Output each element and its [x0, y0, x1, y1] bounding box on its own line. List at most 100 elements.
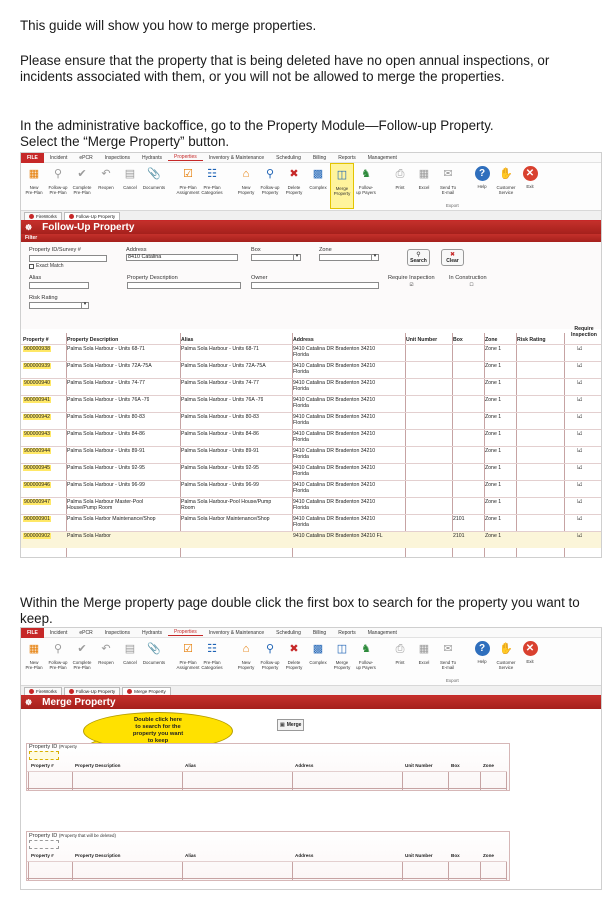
- column-header[interactable]: Alias: [185, 763, 196, 768]
- menu-incident[interactable]: Incident: [44, 630, 74, 636]
- exact-match-checkbox[interactable]: [29, 264, 34, 269]
- payers-button[interactable]: ♞ Follow-up Payers: [355, 638, 377, 670]
- table-row[interactable]: 900000938 Palma Sola Harbour - Units 68-7…: [21, 344, 601, 361]
- table-row[interactable]: 900000943 Palma Sola Harbour - Units 84-8…: [21, 429, 601, 446]
- alias-input[interactable]: [29, 282, 89, 289]
- address-input[interactable]: 8410 Catalina: [126, 254, 238, 261]
- menu-incident[interactable]: Incident: [44, 155, 74, 161]
- complex-button[interactable]: ▩ Complex: [307, 163, 329, 190]
- column-header[interactable]: Property #: [31, 763, 54, 768]
- keep-property-id-input[interactable]: [29, 751, 59, 760]
- exit-button[interactable]: ✕ Exit: [519, 638, 541, 664]
- menu-epcr[interactable]: ePCR: [73, 155, 98, 161]
- documents-button[interactable]: 📎 Documents: [143, 163, 165, 190]
- column-header[interactable]: Property Description: [67, 337, 118, 343]
- delete-property-id-input[interactable]: [29, 840, 59, 849]
- complete-button[interactable]: ✔ Complete Pre-Plan: [71, 638, 93, 670]
- column-header[interactable]: Property #: [31, 853, 54, 858]
- table-row[interactable]: 900000946 Palma Sola Harbour - Units 96-9…: [21, 480, 601, 497]
- tab-merge-property[interactable]: Merge Property: [122, 686, 171, 695]
- clear-button[interactable]: ✖ Clear: [441, 249, 464, 266]
- menu-file[interactable]: FILE: [21, 153, 44, 163]
- categories-button[interactable]: ☷ Pre-Plan Categories: [201, 638, 223, 670]
- follow-up-property-button[interactable]: ⚲ Follow-up Property: [259, 638, 281, 670]
- documents-button[interactable]: 📎 Documents: [143, 638, 165, 665]
- menu-properties[interactable]: Properties: [168, 154, 203, 161]
- exit-button[interactable]: ✕ Exit: [519, 163, 541, 189]
- table-row[interactable]: 900000940 Palma Sola Harbour - Units 74-7…: [21, 378, 601, 395]
- new-property-button[interactable]: ⌂ New Property: [235, 638, 257, 670]
- column-header[interactable]: Risk Rating: [517, 337, 546, 343]
- column-header[interactable]: Property #: [23, 337, 49, 343]
- merge-property-button[interactable]: ◫ Merge Property: [331, 638, 353, 670]
- column-header[interactable]: Zone: [483, 853, 494, 858]
- column-header[interactable]: Require Inspection: [565, 326, 601, 338]
- delete-property-button[interactable]: ✖ Delete Property: [283, 163, 305, 195]
- assignment-button[interactable]: ☑ Pre-Plan Assignment: [177, 638, 200, 670]
- menu-inventory-maintenance[interactable]: Inventory & Maintenance: [203, 155, 270, 161]
- payers-button[interactable]: ♞ Follow-up Payers: [355, 163, 377, 195]
- follow-up-preplan-button[interactable]: ⚲ Follow-up Pre-Plan: [47, 638, 69, 670]
- new-preplan-button[interactable]: ▦ New Pre-Plan: [23, 163, 45, 195]
- box-select[interactable]: [251, 254, 301, 261]
- tab-follow-up-property[interactable]: Follow-Up Property: [63, 211, 121, 220]
- email-button[interactable]: ✉ Send To E-mail: [437, 638, 459, 670]
- menu-inspections[interactable]: Inspections: [99, 155, 136, 161]
- menu-reports[interactable]: Reports: [332, 630, 362, 636]
- table-row[interactable]: 900000947 Palma Sola Harbour Master-Pool H…: [21, 497, 601, 514]
- column-header[interactable]: Address: [295, 853, 313, 858]
- complex-button[interactable]: ▩ Complex: [307, 638, 329, 665]
- column-header[interactable]: Alias: [181, 337, 193, 343]
- table-row[interactable]: 900000941 Palma Sola Harbour - Units 76A …: [21, 395, 601, 412]
- menu-file[interactable]: FILE: [21, 628, 44, 638]
- column-header[interactable]: Alias: [185, 853, 196, 858]
- table-row[interactable]: 900000945 Palma Sola Harbour - Units 92-9…: [21, 463, 601, 480]
- column-header[interactable]: Property Description: [75, 763, 120, 768]
- column-header[interactable]: Box: [453, 337, 463, 343]
- help-button[interactable]: ? Help: [471, 163, 493, 189]
- table-row[interactable]: 900000902 Palma Sola Harbor 9410 Catalina …: [21, 531, 601, 548]
- help-button[interactable]: ? Help: [471, 638, 493, 664]
- menu-billing[interactable]: Billing: [307, 155, 332, 161]
- complete-button[interactable]: ✔ Complete Pre-Plan: [71, 163, 93, 195]
- column-header[interactable]: Zone: [483, 763, 494, 768]
- tab-fireworks[interactable]: FireWorks: [24, 686, 62, 695]
- menu-management[interactable]: Management: [362, 155, 403, 161]
- reopen-button[interactable]: ↶ Reopen: [95, 163, 117, 190]
- in-construction-checkbox[interactable]: ☐: [469, 282, 474, 288]
- cancel-button[interactable]: ▤ Cancel: [119, 638, 141, 665]
- menu-inspections[interactable]: Inspections: [99, 630, 136, 636]
- table-row[interactable]: 900000944 Palma Sola Harbour - Units 89-9…: [21, 446, 601, 463]
- excel-button[interactable]: ▦ Excel: [413, 638, 435, 665]
- property-id-input[interactable]: [29, 255, 107, 262]
- new-preplan-button[interactable]: ▦ New Pre-Plan: [23, 638, 45, 670]
- delete-property-button[interactable]: ✖ Delete Property: [283, 638, 305, 670]
- cancel-button[interactable]: ▤ Cancel: [119, 163, 141, 190]
- description-input[interactable]: [127, 282, 241, 289]
- table-row[interactable]: 900000901 Palma Sola Harbor Maintenance/S…: [21, 514, 601, 531]
- column-header[interactable]: Unit Number: [405, 763, 433, 768]
- column-header[interactable]: Unit Number: [405, 853, 433, 858]
- email-button[interactable]: ✉ Send To E-mail: [437, 163, 459, 195]
- menu-scheduling[interactable]: Scheduling: [270, 155, 307, 161]
- customer-service-button[interactable]: ✋ Customer Service: [495, 638, 517, 670]
- menu-epcr[interactable]: ePCR: [73, 630, 98, 636]
- menu-inventory-maintenance[interactable]: Inventory & Maintenance: [203, 630, 270, 636]
- menu-scheduling[interactable]: Scheduling: [270, 630, 307, 636]
- follow-up-property-button[interactable]: ⚲ Follow-up Property: [259, 163, 281, 195]
- search-button[interactable]: ⚲ Search: [407, 249, 430, 266]
- excel-button[interactable]: ▦ Excel: [413, 163, 435, 190]
- table-row[interactable]: 900000942 Palma Sola Harbour - Units 80-8…: [21, 412, 601, 429]
- menu-management[interactable]: Management: [362, 630, 403, 636]
- column-header[interactable]: Property Description: [75, 853, 120, 858]
- column-header[interactable]: Box: [451, 853, 460, 858]
- new-property-button[interactable]: ⌂ New Property: [235, 163, 257, 195]
- empty-table-row[interactable]: [27, 771, 507, 789]
- menu-billing[interactable]: Billing: [307, 630, 332, 636]
- print-button[interactable]: ⎙ Print: [389, 163, 411, 190]
- menu-hydrants[interactable]: Hydrants: [136, 155, 168, 161]
- customer-service-button[interactable]: ✋ Customer Service: [495, 163, 517, 195]
- merge-property-button[interactable]: ◫ Merge Property: [330, 163, 354, 209]
- tab-follow-up-property[interactable]: Follow-Up Property: [63, 686, 121, 695]
- risk-rating-select[interactable]: [29, 302, 89, 309]
